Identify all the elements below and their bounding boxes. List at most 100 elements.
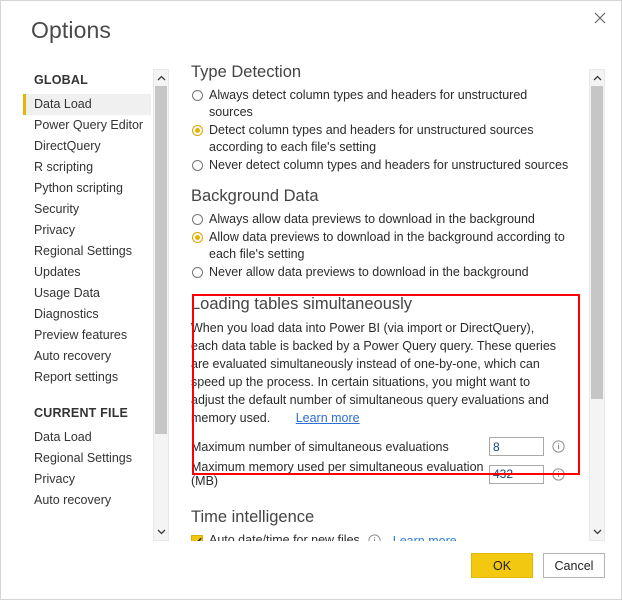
sidebar-item-regional-settings[interactable]: Regional Settings xyxy=(23,241,151,262)
chevron-down-icon[interactable] xyxy=(590,524,604,540)
sidebar-item-current-regional-settings[interactable]: Regional Settings xyxy=(23,448,151,469)
sidebar-item-label: Updates xyxy=(34,265,81,279)
chevron-up-glyph xyxy=(157,75,165,81)
auto-datetime-row: Auto date/time for new files Learn more xyxy=(191,532,587,541)
radio-icon[interactable] xyxy=(192,90,203,101)
sidebar-item-current-data-load[interactable]: Data Load xyxy=(23,427,151,448)
sidebar-item-label: Data Load xyxy=(34,430,92,444)
sidebar-item-preview-features[interactable]: Preview features xyxy=(23,325,151,346)
radio-label: Allow data previews to download in the b… xyxy=(209,230,565,261)
radio-label: Never allow data previews to download in… xyxy=(209,265,529,279)
sidebar-item-privacy[interactable]: Privacy xyxy=(23,220,151,241)
learn-more-link-time[interactable]: Learn more xyxy=(393,534,457,542)
radio-icon-selected[interactable] xyxy=(192,125,203,136)
page-title: Options xyxy=(31,17,111,43)
sidebar-scrollbar[interactable] xyxy=(153,69,169,541)
radio-label: Always allow data previews to download i… xyxy=(209,212,535,226)
learn-more-link-loading[interactable]: Learn more xyxy=(296,411,360,425)
info-glyph xyxy=(368,534,381,541)
type-detection-heading: Type Detection xyxy=(191,63,302,81)
radio-icon-selected[interactable] xyxy=(192,232,203,243)
radio-always-detect[interactable]: Always detect column types and headers f… xyxy=(191,87,587,121)
sidebar-item-label: Preview features xyxy=(34,328,128,342)
radio-label: Always detect column types and headers f… xyxy=(209,88,528,119)
sidebar-item-label: Data Load xyxy=(34,97,92,111)
sidebar-item-python-scripting[interactable]: Python scripting xyxy=(23,178,151,199)
ok-button[interactable]: OK xyxy=(471,553,533,578)
sidebar-item-directquery[interactable]: DirectQuery xyxy=(23,136,151,157)
sidebar-item-data-load[interactable]: Data Load xyxy=(23,94,151,115)
section-background-data: Background Data Always allow data previe… xyxy=(191,187,587,281)
field-row-max-evaluations: Maximum number of simultaneous evaluatio… xyxy=(191,437,587,456)
sidebar-item-current-auto-recovery[interactable]: Auto recovery xyxy=(23,490,151,511)
sidebar-item-power-query-editor[interactable]: Power Query Editor xyxy=(23,115,151,136)
section-loading-tables: Loading tables simultaneously When you l… xyxy=(191,295,587,488)
radio-icon[interactable] xyxy=(192,160,203,171)
sidebar[interactable]: GLOBAL Data Load Power Query Editor Dire… xyxy=(23,69,151,541)
radio-always-allow-previews[interactable]: Always allow data previews to download i… xyxy=(191,211,587,228)
section-time-intelligence: Time intelligence Auto date/time for new… xyxy=(191,508,587,541)
sidebar-item-r-scripting[interactable]: R scripting xyxy=(23,157,151,178)
info-glyph xyxy=(552,467,565,481)
info-glyph xyxy=(552,440,565,453)
time-intelligence-heading: Time intelligence xyxy=(191,508,315,526)
sidebar-item-label: Regional Settings xyxy=(34,244,132,258)
sidebar-item-label: Power Query Editor xyxy=(34,118,144,132)
chevron-down-icon[interactable] xyxy=(154,524,168,540)
sidebar-item-auto-recovery[interactable]: Auto recovery xyxy=(23,346,151,367)
sidebar-scroll-thumb[interactable] xyxy=(155,86,167,434)
chevron-up-icon[interactable] xyxy=(154,70,168,86)
radio-detect-per-file[interactable]: Detect column types and headers for unst… xyxy=(191,122,587,156)
auto-datetime-label: Auto date/time for new files xyxy=(209,533,360,541)
sidebar-item-label: Regional Settings xyxy=(34,451,132,465)
field-row-max-memory: Maximum memory used per simultaneous eva… xyxy=(191,460,587,488)
radio-icon[interactable] xyxy=(192,267,203,278)
radio-allow-previews-per-file[interactable]: Allow data previews to download in the b… xyxy=(191,229,587,263)
info-icon[interactable] xyxy=(552,440,565,453)
sidebar-item-label: Privacy xyxy=(34,472,75,486)
sidebar-item-updates[interactable]: Updates xyxy=(23,262,151,283)
content-scroll-thumb[interactable] xyxy=(591,86,603,399)
close-glyph xyxy=(594,12,606,24)
sidebar-item-label: Security xyxy=(34,202,80,216)
chevron-up-icon[interactable] xyxy=(590,70,604,86)
close-icon[interactable] xyxy=(580,3,620,33)
section-type-detection: Type Detection Always detect column type… xyxy=(191,63,587,174)
radio-label: Detect column types and headers for unst… xyxy=(209,123,534,154)
radio-icon[interactable] xyxy=(192,214,203,225)
options-dialog: Options GLOBAL Data Load Power Query Edi… xyxy=(0,0,622,600)
chevron-down-glyph xyxy=(593,529,601,535)
info-icon[interactable] xyxy=(368,534,381,541)
dialog-footer: OK Cancel xyxy=(1,541,621,599)
sidebar-item-diagnostics[interactable]: Diagnostics xyxy=(23,304,151,325)
sidebar-group-current-file: CURRENT FILE xyxy=(34,406,129,420)
sidebar-item-label: Report settings xyxy=(34,370,119,384)
content-scrollbar[interactable] xyxy=(589,69,605,541)
radio-never-allow-previews[interactable]: Never allow data previews to download in… xyxy=(191,264,587,281)
loading-tables-description: When you load data into Power BI (via im… xyxy=(191,319,563,427)
chevron-down-glyph xyxy=(157,529,165,535)
radio-never-detect[interactable]: Never detect column types and headers fo… xyxy=(191,157,587,174)
options-content-pane: Type Detection Always detect column type… xyxy=(191,63,587,541)
dialog-title-bar: Options xyxy=(1,1,621,59)
sidebar-item-label: DirectQuery xyxy=(34,139,101,153)
sidebar-item-usage-data[interactable]: Usage Data xyxy=(23,283,151,304)
max-evaluations-label: Maximum number of simultaneous evaluatio… xyxy=(191,439,449,454)
sidebar-group-global: GLOBAL xyxy=(34,73,88,87)
sidebar-item-current-privacy[interactable]: Privacy xyxy=(23,469,151,490)
cancel-button[interactable]: Cancel xyxy=(543,553,605,578)
max-evaluations-input[interactable] xyxy=(489,437,544,456)
info-icon[interactable] xyxy=(552,467,565,481)
loading-tables-description-text: When you load data into Power BI (via im… xyxy=(191,321,557,425)
sidebar-item-report-settings[interactable]: Report settings xyxy=(23,367,151,388)
max-memory-input[interactable] xyxy=(489,464,544,484)
sidebar-item-label: Privacy xyxy=(34,223,75,237)
max-memory-label: Maximum memory used per simultaneous eva… xyxy=(191,460,484,488)
sidebar-item-label: Python scripting xyxy=(34,181,123,195)
sidebar-item-label: R scripting xyxy=(34,160,94,174)
sidebar-item-label: Auto recovery xyxy=(34,349,112,363)
sidebar-item-label: Diagnostics xyxy=(34,307,99,321)
sidebar-item-security[interactable]: Security xyxy=(23,199,151,220)
sidebar-item-label: Auto recovery xyxy=(34,493,112,507)
